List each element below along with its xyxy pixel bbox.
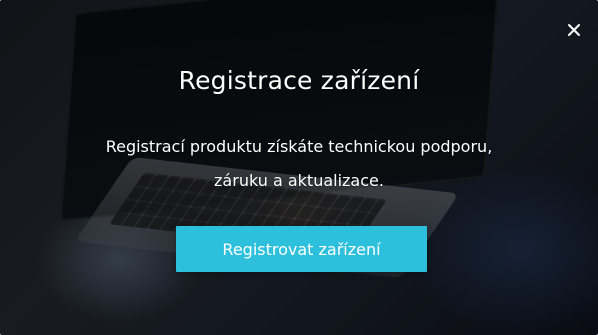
description-line-1: Registrací produktu získáte technickou p… bbox=[105, 137, 493, 156]
description-line-2: záruku a aktualizace. bbox=[214, 171, 384, 190]
modal-description: Registrací produktu získáte technickou p… bbox=[70, 130, 528, 198]
register-device-button[interactable]: Registrovat zařízení bbox=[176, 226, 427, 272]
modal-content: Registrace zařízení Registrací produktu … bbox=[0, 0, 598, 335]
modal-title: Registrace zařízení bbox=[178, 66, 420, 95]
device-registration-modal: Registrace zařízení Registrací produktu … bbox=[0, 0, 598, 335]
